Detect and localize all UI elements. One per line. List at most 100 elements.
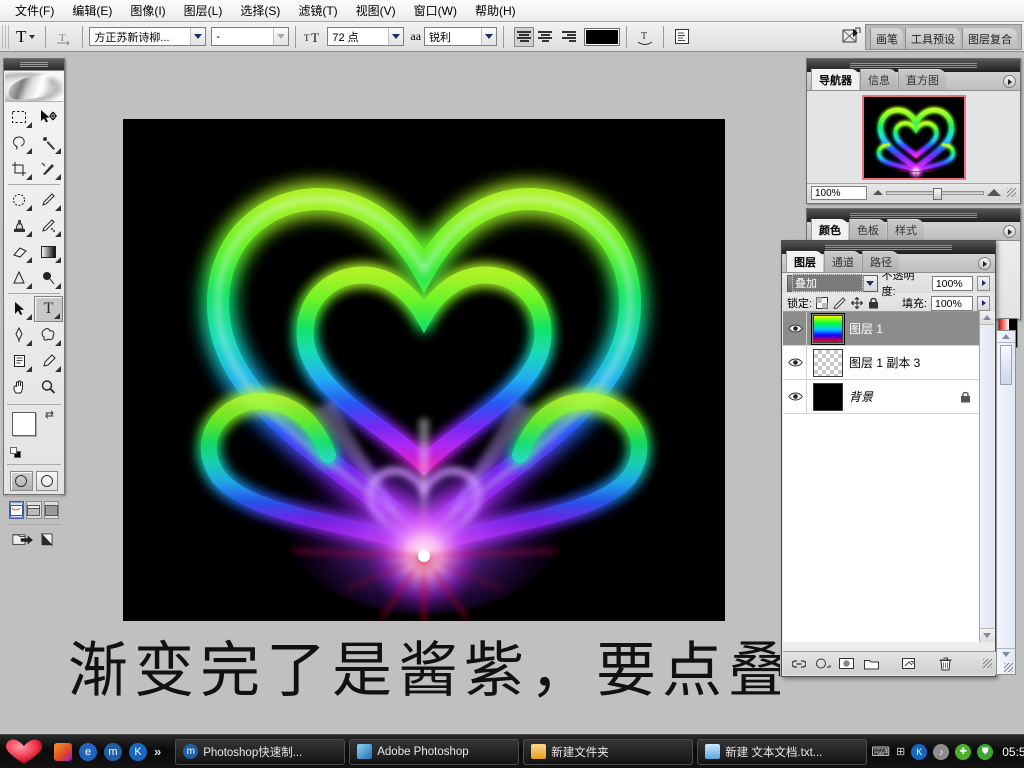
zoom-slider-thumb[interactable] xyxy=(933,187,943,200)
blend-mode-select[interactable]: 叠加 xyxy=(787,274,878,292)
lock-transparency-icon[interactable] xyxy=(816,297,829,309)
tab-color[interactable]: 颜色 xyxy=(811,219,848,240)
chevron-down-icon[interactable] xyxy=(273,28,289,45)
zoom-slider[interactable] xyxy=(873,187,1001,200)
dock-scroll-up-button[interactable] xyxy=(997,331,1015,343)
taskbar-window-new-folder[interactable]: 新建文件夹 xyxy=(523,738,694,765)
lock-position-icon[interactable] xyxy=(851,297,863,309)
warp-text-button[interactable]: T xyxy=(633,26,657,48)
scroll-up-button[interactable] xyxy=(980,311,994,325)
layer-name[interactable]: 背景 xyxy=(849,388,954,405)
layer-name[interactable]: 图层 1 xyxy=(849,320,981,337)
layer-thumbnail[interactable] xyxy=(813,348,843,377)
tab-navigator[interactable]: 导航器 xyxy=(811,69,859,90)
resize-grip-icon[interactable] xyxy=(1004,663,1013,672)
tab-info[interactable]: 信息 xyxy=(860,69,897,90)
menu-file[interactable]: 文件(F) xyxy=(6,1,63,21)
opacity-slider-button[interactable] xyxy=(977,275,990,291)
navigator-preview-area[interactable] xyxy=(807,91,1020,183)
chevron-down-icon[interactable] xyxy=(481,28,497,45)
new-group-button[interactable] xyxy=(863,656,879,672)
brush-tool-button[interactable] xyxy=(34,187,63,213)
volume-tray-icon[interactable]: ♪ xyxy=(933,743,950,760)
tab-paths[interactable]: 路径 xyxy=(862,251,899,272)
palette-well-dock-button[interactable] xyxy=(839,25,865,49)
character-paragraph-palette-button[interactable] xyxy=(670,26,694,48)
tab-styles[interactable]: 样式 xyxy=(887,219,924,240)
history-brush-tool-button[interactable] xyxy=(34,213,63,239)
marquee-tool-button[interactable] xyxy=(5,104,34,130)
zoom-slider-track[interactable] xyxy=(886,187,984,200)
delete-layer-button[interactable] xyxy=(937,656,953,672)
full-screen-mode-button[interactable] xyxy=(43,501,59,519)
foreground-color-swatch[interactable] xyxy=(12,412,36,436)
kingsoft-icon[interactable]: K xyxy=(129,742,147,761)
text-color-swatch[interactable] xyxy=(584,27,621,46)
zoom-out-icon[interactable] xyxy=(873,190,883,195)
table-row[interactable]: 图层 1 副本 3 xyxy=(783,346,981,380)
pen-tool-button[interactable] xyxy=(5,322,34,348)
layer-visibility-toggle[interactable] xyxy=(785,380,807,413)
layer-list-scrollbar[interactable] xyxy=(979,311,994,642)
tab-layers[interactable]: 图层 xyxy=(786,251,823,272)
type-tool-button[interactable]: T xyxy=(34,296,63,322)
palette-tab-layer-comps[interactable]: 图层复合 xyxy=(962,27,1017,49)
path-selection-tool-button[interactable] xyxy=(5,296,34,322)
add-layer-style-button[interactable] xyxy=(815,656,831,672)
navigator-thumbnail[interactable] xyxy=(861,94,966,180)
layer-thumbnail[interactable] xyxy=(811,312,845,345)
notes-tool-button[interactable] xyxy=(5,348,34,374)
move-tool-button[interactable] xyxy=(34,104,63,130)
toggle-text-orientation-button[interactable]: T xyxy=(52,25,76,49)
standard-mode-button[interactable] xyxy=(10,471,33,491)
layer-visibility-toggle[interactable] xyxy=(785,312,807,345)
chevron-down-icon[interactable] xyxy=(190,28,206,45)
blur-tool-button[interactable] xyxy=(5,265,34,291)
align-left-button[interactable] xyxy=(514,26,535,47)
color-panel-menu-button[interactable] xyxy=(1003,225,1016,238)
shape-tool-button[interactable] xyxy=(34,322,63,348)
dock-scroll-thumb[interactable] xyxy=(1000,345,1012,385)
eraser-tool-button[interactable] xyxy=(5,239,34,265)
hand-tool-button[interactable] xyxy=(5,374,34,400)
chevron-down-icon[interactable] xyxy=(388,28,404,45)
layer-name[interactable]: 图层 1 副本 3 xyxy=(849,354,981,371)
resize-grip-icon[interactable] xyxy=(1007,188,1016,197)
opacity-input[interactable]: 100% xyxy=(931,275,974,291)
menu-filter[interactable]: 滤镜(T) xyxy=(289,1,346,21)
shield-tray-icon[interactable]: ⛊ xyxy=(977,743,994,760)
magic-wand-tool-button[interactable] xyxy=(34,130,63,156)
options-bar-grip[interactable] xyxy=(2,24,9,49)
system-clock[interactable]: 05:50 xyxy=(1002,745,1024,759)
layer-list[interactable]: 图层 1 图层 1 副本 3 背景 xyxy=(783,311,981,642)
zoom-tool-button[interactable] xyxy=(34,374,63,400)
font-family-select[interactable]: 方正苏新诗柳... xyxy=(89,27,207,46)
palette-tab-tool-presets[interactable]: 工具预设 xyxy=(905,27,960,49)
swap-colors-icon[interactable]: ⇄ xyxy=(45,408,54,421)
ime-keyboard-icon[interactable]: ⌨ xyxy=(871,744,890,760)
dock-scrollbar[interactable] xyxy=(996,330,1016,675)
align-center-button[interactable] xyxy=(535,27,555,47)
menu-view[interactable]: 视图(V) xyxy=(347,1,405,21)
layer-thumbnail[interactable] xyxy=(813,382,843,411)
font-style-select[interactable]: - xyxy=(211,27,290,46)
menu-image[interactable]: 图像(I) xyxy=(121,1,174,21)
start-button[interactable] xyxy=(4,738,44,766)
table-row[interactable]: 背景 xyxy=(783,380,981,414)
taskbar-window-notepad[interactable]: 新建 文本文档.txt... xyxy=(697,738,868,765)
new-layer-button[interactable] xyxy=(901,656,917,672)
jump-to-imageready-icon[interactable] xyxy=(12,531,35,549)
quick-launch-overflow-button[interactable]: » xyxy=(154,744,161,759)
antialias-select[interactable]: 锐利 xyxy=(424,27,498,46)
taskbar-window-adobe-photoshop[interactable]: Adobe Photoshop xyxy=(349,738,520,765)
link-layers-button[interactable] xyxy=(791,656,807,672)
menu-select[interactable]: 选择(S) xyxy=(231,1,289,21)
crop-tool-button[interactable] xyxy=(5,156,34,182)
zoom-level-input[interactable]: 100% xyxy=(811,185,867,200)
dodge-tool-button[interactable] xyxy=(34,265,63,291)
table-row[interactable]: 图层 1 xyxy=(783,312,981,346)
toolbox-drag-handle[interactable] xyxy=(4,59,64,71)
lasso-tool-button[interactable] xyxy=(5,130,34,156)
eyedropper-tool-button[interactable] xyxy=(34,348,63,374)
navigator-panel-menu-button[interactable] xyxy=(1003,75,1016,88)
